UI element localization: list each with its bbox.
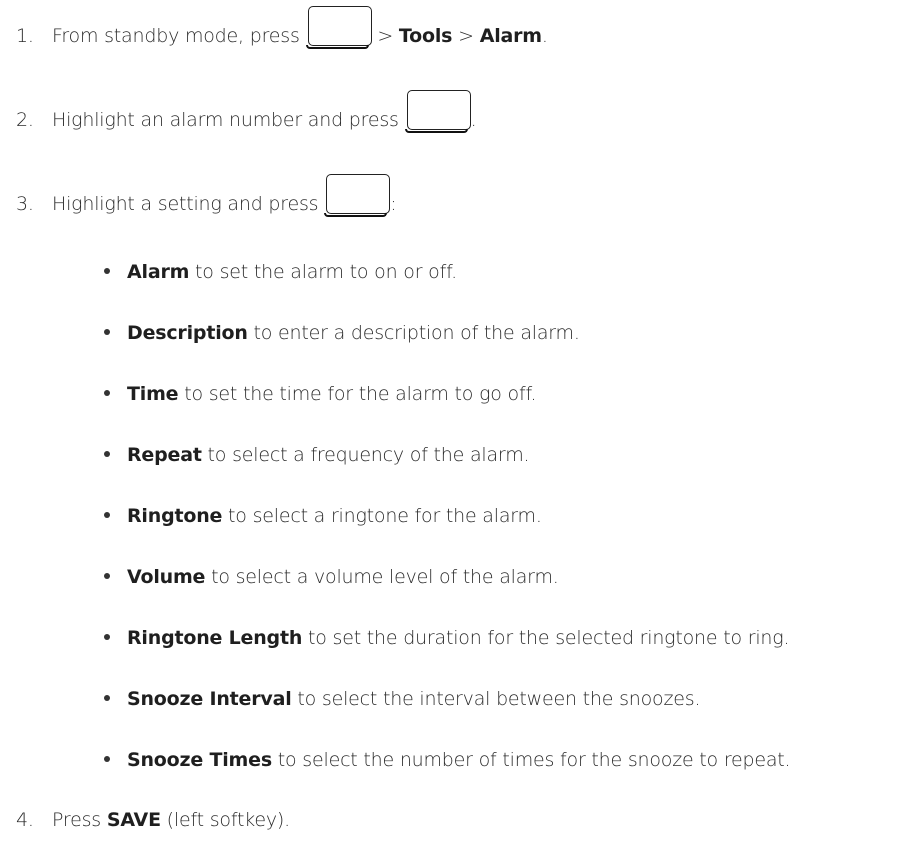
menu-path-tools: Tools xyxy=(398,25,453,47)
step-4: 4. Press SAVE (left softkey). xyxy=(0,808,290,832)
bullet-icon xyxy=(104,695,110,701)
step-text: Highlight an alarm number and press xyxy=(52,109,405,131)
list-item: Snooze Times to select the number of tim… xyxy=(104,748,791,772)
setting-desc: to select a volume level of the alarm. xyxy=(205,566,559,588)
setting-term: Time xyxy=(127,383,179,405)
setting-term: Volume xyxy=(127,566,206,588)
setting-desc: to select the interval between the snooz… xyxy=(291,688,701,710)
setting-desc: to enter a description of the alarm. xyxy=(247,322,580,344)
bullet-icon xyxy=(104,512,110,518)
list-item: Snooze Interval to select the interval b… xyxy=(104,687,700,711)
setting-desc: to select a ringtone for the alarm. xyxy=(222,505,542,527)
setting-desc: to set the duration for the selected rin… xyxy=(302,627,790,649)
step-text: Highlight a setting and press xyxy=(52,193,325,215)
step-text: (left softkey). xyxy=(160,809,290,831)
step-text: > xyxy=(371,25,399,47)
setting-desc: to select the number of times for the sn… xyxy=(271,749,791,771)
setting-term: Ringtone xyxy=(127,505,223,527)
bullet-icon xyxy=(104,329,110,335)
setting-desc: to select a frequency of the alarm. xyxy=(201,444,530,466)
setting-desc: to set the time for the alarm to go off. xyxy=(178,383,537,405)
bullet-icon xyxy=(104,756,110,762)
list-item: Ringtone Length to set the duration for … xyxy=(104,626,790,650)
save-softkey-label: SAVE xyxy=(106,809,161,831)
bullet-icon xyxy=(104,268,110,274)
step-3: 3. Highlight a setting and press : xyxy=(0,174,397,217)
list-item: Description to enter a description of th… xyxy=(104,321,580,345)
step-text: : xyxy=(390,193,397,215)
ok-key-icon xyxy=(324,174,391,217)
setting-desc: to set the alarm to on or off. xyxy=(189,261,458,283)
step-number: 2. xyxy=(16,109,34,131)
step-text: . xyxy=(470,109,477,131)
step-text: Press xyxy=(52,809,107,831)
step-number: 3. xyxy=(16,193,34,215)
step-text: From standby mode, press xyxy=(52,25,306,47)
step-number: 4. xyxy=(16,809,34,831)
step-text: > xyxy=(452,25,480,47)
bullet-icon xyxy=(104,634,110,640)
step-2: 2. Highlight an alarm number and press . xyxy=(0,90,477,133)
list-item: Repeat to select a frequency of the alar… xyxy=(104,443,530,467)
menu-path-alarm: Alarm xyxy=(479,25,542,47)
menu-key-icon xyxy=(305,6,372,49)
list-item: Volume to select a volume level of the a… xyxy=(104,565,559,589)
step-text: . xyxy=(541,25,548,47)
setting-term: Alarm xyxy=(127,261,190,283)
bullet-icon xyxy=(104,451,110,457)
ok-key-icon xyxy=(404,90,471,133)
setting-term: Snooze Times xyxy=(127,749,272,771)
list-item: Time to set the time for the alarm to go… xyxy=(104,382,537,406)
setting-term: Ringtone Length xyxy=(127,627,303,649)
step-number: 1. xyxy=(16,25,34,47)
bullet-icon xyxy=(104,390,110,396)
setting-term: Repeat xyxy=(127,444,202,466)
list-item: Ringtone to select a ringtone for the al… xyxy=(104,504,542,528)
list-item: Alarm to set the alarm to on or off. xyxy=(104,260,457,284)
setting-term: Description xyxy=(127,322,248,344)
bullet-icon xyxy=(104,573,110,579)
step-1: 1. From standby mode, press > Tools > Ala… xyxy=(0,6,548,49)
setting-term: Snooze Interval xyxy=(127,688,292,710)
